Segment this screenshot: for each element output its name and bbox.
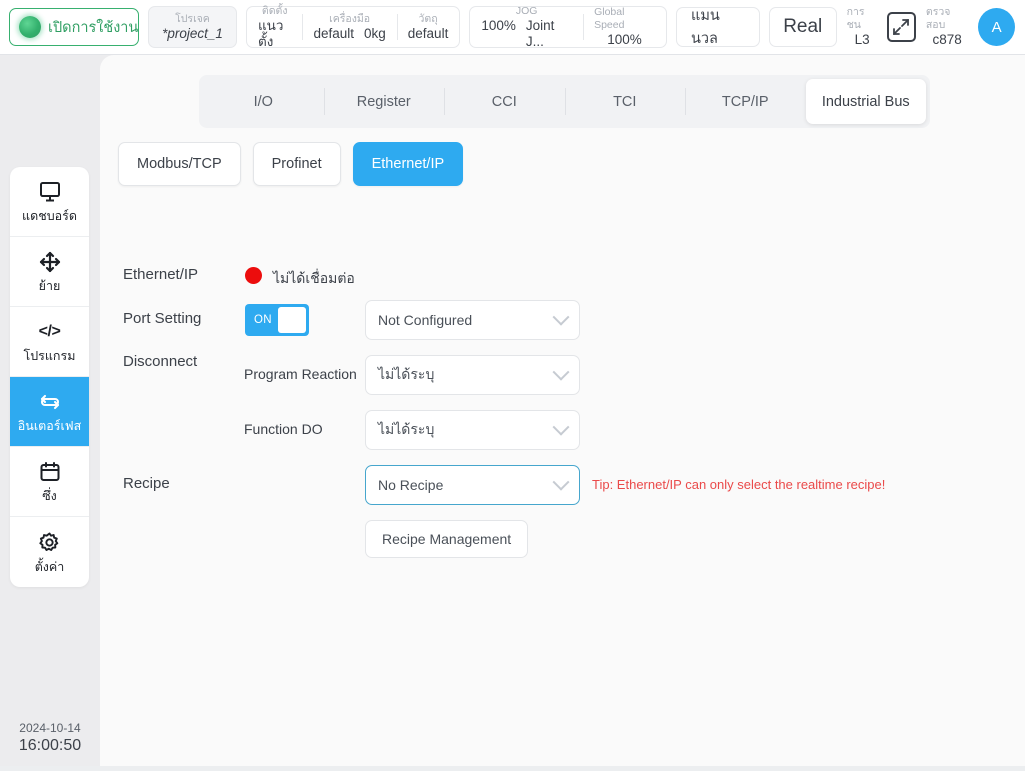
port-setting-label: Port Setting <box>123 310 202 327</box>
sidebar-item-label: แดชบอร์ด <box>22 209 77 223</box>
avatar[interactable]: A <box>978 8 1015 46</box>
sidebar-item-label: ซึ่ง <box>42 489 57 503</box>
tab-cci[interactable]: CCI <box>444 79 565 124</box>
calendar-icon <box>39 460 61 484</box>
gear-icon <box>38 531 61 555</box>
sidebar-item-dashboard[interactable]: แดชบอร์ด <box>10 167 89 237</box>
tool-cell[interactable]: เครื่องมือ default 0kg <box>302 7 396 47</box>
tool-caption: เครื่องมือ <box>329 12 371 25</box>
project-name: *project_1 <box>162 25 223 41</box>
connection-status-text: ไม่ได้เชื่อมต่อ <box>273 270 355 286</box>
function-do-select[interactable]: ไม่ได้ระบุ <box>365 410 580 450</box>
clock-time: 16:00:50 <box>18 737 82 754</box>
sub-tab-bar: Modbus/TCP Profinet Ethernet/IP <box>118 142 464 186</box>
subtab-modbus-tcp[interactable]: Modbus/TCP <box>118 142 241 186</box>
chevron-down-icon <box>552 473 570 491</box>
tab-tcpip[interactable]: TCP/IP <box>685 79 806 124</box>
toggle-knob <box>277 307 306 333</box>
chevron-down-icon <box>552 418 570 436</box>
body-area: แดชบอร์ด ย้าย </> โปรแกรม อินเตอร์เฟส ซึ… <box>0 55 1025 766</box>
global-speed-cell[interactable]: Global Speed 100% <box>583 6 666 47</box>
chevron-down-icon <box>552 363 570 381</box>
ethernet-ip-label: Ethernet/IP <box>123 266 199 283</box>
app-root: เปิดการใช้งาน โปรเจค *project_1 ติดตั้ง … <box>0 0 1025 771</box>
check-caption: ตรวจสอบ <box>925 6 951 31</box>
installation-group[interactable]: ติดตั้ง แนวตั้ง เครื่องมือ default 0kg ว… <box>245 4 461 49</box>
enable-button[interactable]: เปิดการใช้งาน <box>9 8 139 46</box>
program-reaction-label: Program Reaction <box>244 366 357 382</box>
top-toolbar: เปิดการใช้งาน โปรเจค *project_1 ติดตั้ง … <box>0 0 1025 55</box>
check-indicator[interactable]: ตรวจสอบ c878 <box>926 6 968 48</box>
collision-indicator[interactable]: การชน L3 <box>847 6 878 48</box>
left-sidebar: แดชบอร์ด ย้าย </> โปรแกรม อินเตอร์เฟส ซึ… <box>10 167 89 587</box>
bottom-strip <box>0 766 1025 771</box>
mount-value: แนวตั้ง <box>257 17 284 49</box>
tool-value: default <box>313 25 354 41</box>
mount-cell[interactable]: ติดตั้ง แนวตั้ง <box>247 4 302 49</box>
function-do-value: ไม่ได้ระบุ <box>378 421 435 437</box>
tab-industrial-bus[interactable]: Industrial Bus <box>805 79 926 124</box>
tab-register[interactable]: Register <box>323 79 445 124</box>
clock: 2024-10-14 16:00:50 <box>10 720 90 755</box>
object-caption: วัตถุ <box>418 12 438 25</box>
project-selector[interactable]: โปรเจค *project_1 <box>148 6 237 48</box>
program-reaction-select[interactable]: ไม่ได้ระบุ <box>365 355 580 395</box>
jog-cell[interactable]: JOG 100% Joint J... <box>470 4 583 49</box>
status-badge <box>245 267 262 284</box>
port-config-select[interactable]: Not Configured <box>365 300 580 340</box>
tab-tci[interactable]: TCI <box>564 79 686 124</box>
tool-payload: 0kg <box>364 25 386 41</box>
collision-value: L3 <box>854 32 870 47</box>
sidebar-item-program[interactable]: </> โปรแกรม <box>10 307 89 377</box>
toggle-state-label: ON <box>254 314 272 326</box>
content-panel: I/O Register CCI TCI TCP/IP Industrial B… <box>100 55 1025 766</box>
sidebar-item-schedule[interactable]: ซึ่ง <box>10 447 89 517</box>
status-dot-green-icon <box>19 16 41 38</box>
sidebar-item-label: ย้าย <box>38 279 61 293</box>
check-value: c878 <box>932 32 962 47</box>
subtab-profinet[interactable]: Profinet <box>252 142 341 186</box>
monitor-icon <box>38 180 62 204</box>
sidebar-item-label: ตั้งค่า <box>34 559 65 574</box>
subtab-ethernet-ip[interactable]: Ethernet/IP <box>352 142 464 186</box>
tab-bar: I/O Register CCI TCI TCP/IP Industrial B… <box>199 75 930 128</box>
manual-mode-button[interactable]: แมนนวล <box>675 7 760 47</box>
object-value: default <box>407 25 449 41</box>
enable-button-label: เปิดการใช้งาน <box>48 19 139 36</box>
chevron-down-icon <box>552 308 570 326</box>
mount-caption: ติดตั้ง <box>261 4 288 17</box>
recipe-label: Recipe <box>123 475 170 492</box>
program-reaction-value: ไม่ได้ระบุ <box>378 366 435 382</box>
function-do-label: Function DO <box>244 421 323 437</box>
global-speed-caption: Global Speed <box>594 6 625 31</box>
global-speed-value: 100% <box>607 32 642 47</box>
expand-arrows-icon[interactable] <box>886 12 916 42</box>
collision-caption: การชน <box>846 6 865 31</box>
move-arrows-icon <box>38 250 62 274</box>
sidebar-item-settings[interactable]: ตั้งค่า <box>10 517 89 587</box>
tab-io[interactable]: I/O <box>203 79 324 124</box>
sidebar-item-move[interactable]: ย้าย <box>10 237 89 307</box>
interface-sync-icon <box>38 390 62 414</box>
clock-date: 2024-10-14 <box>19 721 81 735</box>
recipe-tip-text: Tip: Ethernet/IP can only select the rea… <box>592 477 886 492</box>
jog-caption: JOG <box>515 4 538 17</box>
sidebar-item-label: โปรแกรม <box>23 349 76 363</box>
object-cell[interactable]: วัตถุ default <box>396 7 460 47</box>
disconnect-label: Disconnect <box>123 353 198 370</box>
jog-mode: Joint J... <box>525 17 555 49</box>
jog-speed: 100% <box>481 17 516 33</box>
recipe-select[interactable]: No Recipe <box>365 465 580 505</box>
real-mode-button[interactable]: Real <box>768 7 837 47</box>
speed-group[interactable]: JOG 100% Joint J... Global Speed 100% <box>469 4 667 49</box>
recipe-value: No Recipe <box>378 477 444 493</box>
code-icon: </> <box>38 323 61 340</box>
port-config-value: Not Configured <box>378 312 473 328</box>
sidebar-item-interface[interactable]: อินเตอร์เฟส <box>10 377 89 447</box>
sidebar-item-label: อินเตอร์เฟส <box>17 419 82 433</box>
recipe-management-button[interactable]: Recipe Management <box>365 520 529 558</box>
port-setting-toggle[interactable]: ON <box>245 304 309 336</box>
project-caption: โปรเจค <box>175 12 210 25</box>
